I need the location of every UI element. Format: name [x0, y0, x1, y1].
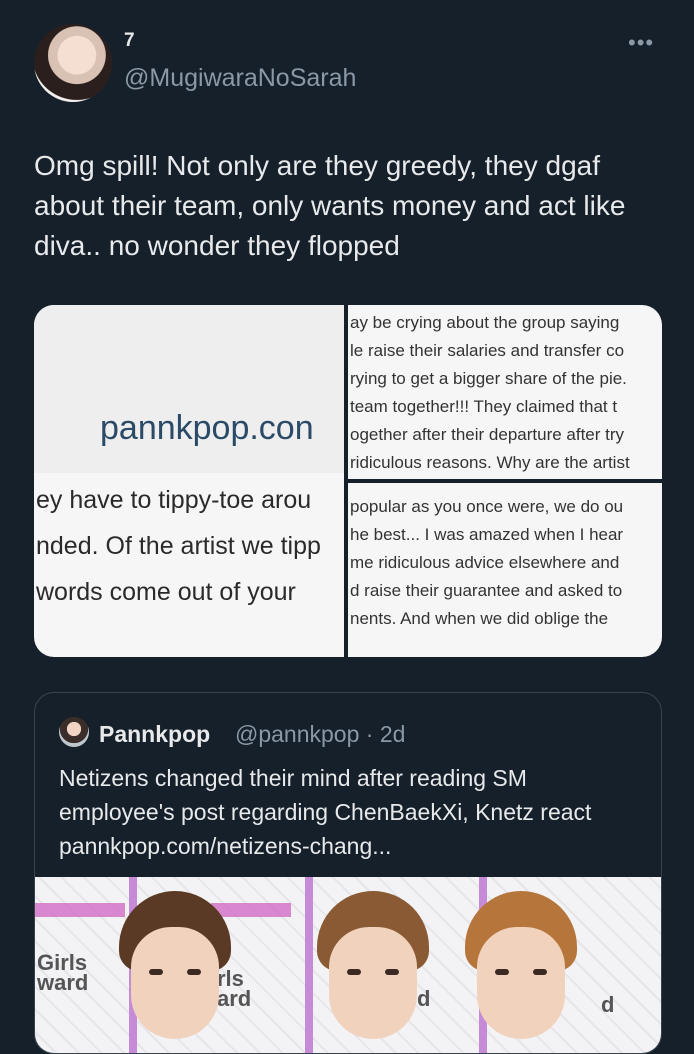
- author-avatar[interactable]: [34, 24, 112, 102]
- person-eye: [385, 969, 399, 975]
- media-image-1-line: words come out of your: [36, 578, 296, 606]
- media-image-2-line: ay be crying about the group saying: [350, 313, 620, 332]
- media-image-3[interactable]: popular as you once were, we do ou he be…: [348, 483, 662, 657]
- author-name[interactable]: 7: [124, 30, 135, 52]
- backdrop-wall-text: d: [601, 992, 615, 1017]
- media-image-1-logo: pannkpop.con: [100, 409, 314, 447]
- media-image-2-line: ogether after their departure after try: [350, 425, 625, 444]
- quoted-tweet-card[interactable]: Pannkpop @pannkpop · 2d Netizens changed…: [34, 692, 662, 1054]
- backdrop-banner: [35, 903, 125, 917]
- tweet-media-grid: pannkpop.con ey have to tippy-toe arou n…: [34, 305, 662, 657]
- person-eye: [533, 969, 547, 975]
- person-eye: [495, 969, 509, 975]
- person-left: [119, 891, 231, 1053]
- media-image-1-line: ey have to tippy-toe arou: [36, 486, 312, 514]
- person-right: [465, 891, 577, 1053]
- person-face: [131, 927, 219, 1039]
- person-eye: [187, 969, 201, 975]
- more-horizontal-icon[interactable]: •••: [628, 30, 654, 56]
- media-image-3-line: nents. And when we did oblige the: [350, 609, 609, 628]
- media-image-3-line: d raise their guarantee and asked to: [350, 581, 623, 600]
- media-image-3-line: he best... I was amazed when I hear: [350, 525, 624, 544]
- quoted-author-avatar[interactable]: [59, 717, 89, 747]
- media-image-2-line: le raise their salaries and transfer co: [350, 341, 625, 360]
- person-face: [329, 927, 417, 1039]
- author-handle[interactable]: @MugiwaraNoSarah: [124, 64, 356, 93]
- quoted-author-name[interactable]: Pannkpop: [99, 721, 210, 748]
- media-image-1-line: nded. Of the artist we tipp: [36, 532, 321, 560]
- media-image-3-line: me ridiculous advice elsewhere and: [350, 553, 620, 572]
- person-middle: [317, 891, 429, 1053]
- media-image-1-text: ey have to tippy-toe arou nded. Of the a…: [36, 477, 321, 615]
- media-image-2-text: ay be crying about the group saying le r…: [350, 309, 630, 477]
- media-image-2-line: rying to get a bigger share of the pie.: [350, 369, 627, 388]
- media-image-3-text: popular as you once were, we do ou he be…: [350, 493, 623, 633]
- person-eye: [347, 969, 361, 975]
- media-image-3-line: popular as you once were, we do ou: [350, 497, 624, 516]
- quoted-author-handle-time: @pannkpop · 2d: [235, 721, 406, 747]
- backdrop-pillar: [305, 877, 313, 1053]
- media-image-2-line: team together!!! They claimed that t: [350, 397, 618, 416]
- media-image-2-line: ridiculous reasons. Why are the artist: [350, 453, 630, 472]
- quoted-tweet-image[interactable]: Girls ward rls ard d d: [35, 877, 661, 1053]
- backdrop-wall-text: Girls ward: [37, 950, 89, 995]
- media-image-1[interactable]: pannkpop.con ey have to tippy-toe arou n…: [34, 305, 344, 657]
- person-face: [477, 927, 565, 1039]
- quoted-tweet-text: Netizens changed their mind after readin…: [59, 765, 592, 859]
- tweet-text: Omg spill! Not only are they greedy, the…: [34, 150, 626, 261]
- media-image-2[interactable]: ay be crying about the group saying le r…: [348, 305, 662, 479]
- person-eye: [149, 969, 163, 975]
